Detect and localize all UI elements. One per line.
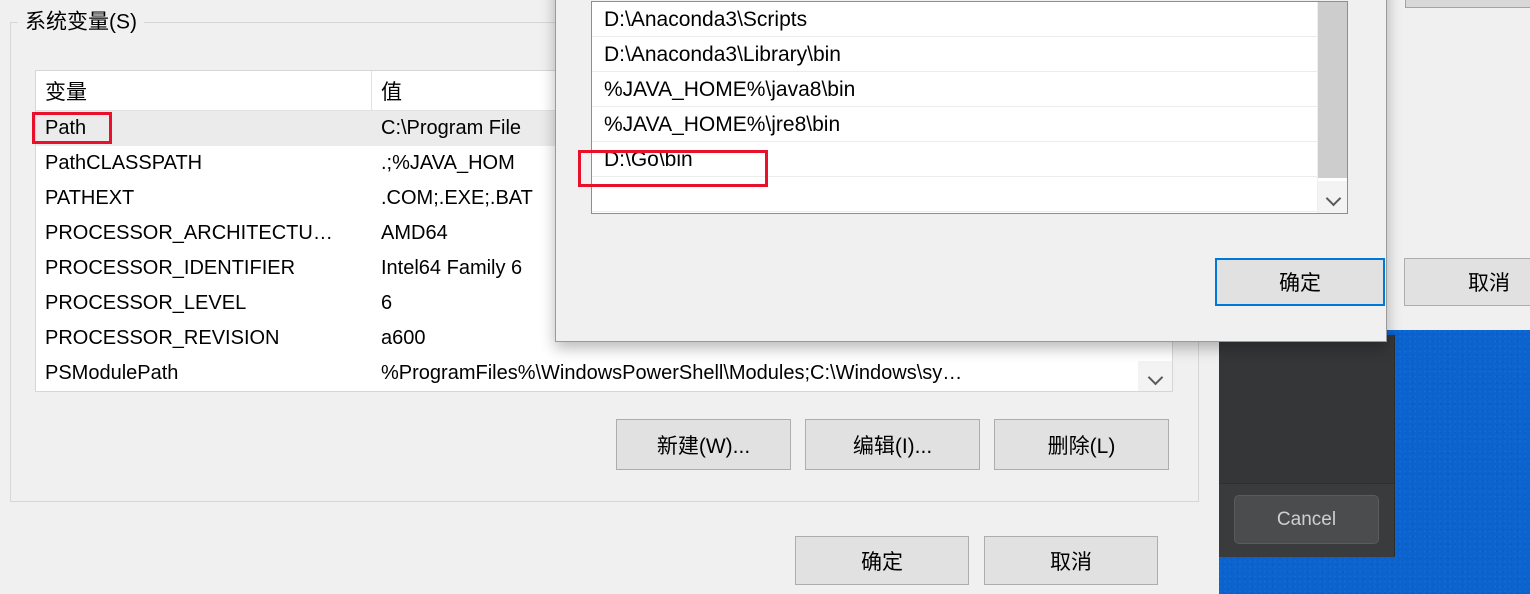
list-item[interactable]: %JAVA_HOME%\java8\bin: [592, 72, 1347, 107]
annotation-box-path-variable: [32, 112, 112, 144]
cell-value: %ProgramFiles%\WindowsPowerShell\Modules…: [381, 362, 963, 384]
cell-variable: PROCESSOR_REVISION: [45, 327, 280, 349]
table-scroll-down-button[interactable]: [1138, 361, 1172, 391]
path-list-vertical-scrollbar[interactable]: [1317, 2, 1347, 213]
path-list-scroll-down-button[interactable]: [1318, 181, 1347, 213]
edit-variable-button[interactable]: 编辑(I)...: [805, 419, 980, 470]
list-item[interactable]: D:\Anaconda3\Scripts: [592, 2, 1347, 37]
chevron-down-icon: [1149, 370, 1162, 383]
cell-variable: PROCESSOR_IDENTIFIER: [45, 257, 296, 279]
column-header-variable[interactable]: 变量: [36, 71, 372, 110]
dialog-cancel-button[interactable]: 取消: [984, 536, 1158, 585]
cell-variable: PATHEXT: [45, 187, 135, 209]
list-item[interactable]: %JAVA_HOME%\jre8\bin: [592, 107, 1347, 142]
background-app-cancel-button[interactable]: Cancel: [1234, 495, 1379, 544]
delete-variable-button[interactable]: 删除(L): [994, 419, 1169, 470]
cell-variable: PROCESSOR_ARCHITECTU…: [45, 222, 333, 244]
table-row[interactable]: PSModulePath %ProgramFiles%\WindowsPower…: [36, 356, 1172, 391]
cell-variable: PathCLASSPATH: [45, 152, 203, 174]
new-variable-button[interactable]: 新建(W)...: [616, 419, 791, 470]
system-variables-group-title: 系统变量(S): [18, 8, 144, 36]
edit-dialog-ok-button[interactable]: 确定: [1215, 258, 1385, 306]
chevron-down-icon: [1327, 191, 1340, 204]
dialog-ok-button[interactable]: 确定: [795, 536, 969, 585]
edit-dialog-cancel-button[interactable]: 取消: [1404, 258, 1530, 306]
cell-variable: PROCESSOR_LEVEL: [45, 292, 247, 314]
background-button-sliver: [1405, 0, 1530, 8]
list-item[interactable]: D:\Anaconda3\Library\bin: [592, 37, 1347, 72]
cell-variable: PSModulePath: [45, 362, 179, 384]
annotation-box-go-bin-entry: [578, 150, 768, 187]
path-list-scrollbar-thumb[interactable]: [1318, 2, 1347, 178]
